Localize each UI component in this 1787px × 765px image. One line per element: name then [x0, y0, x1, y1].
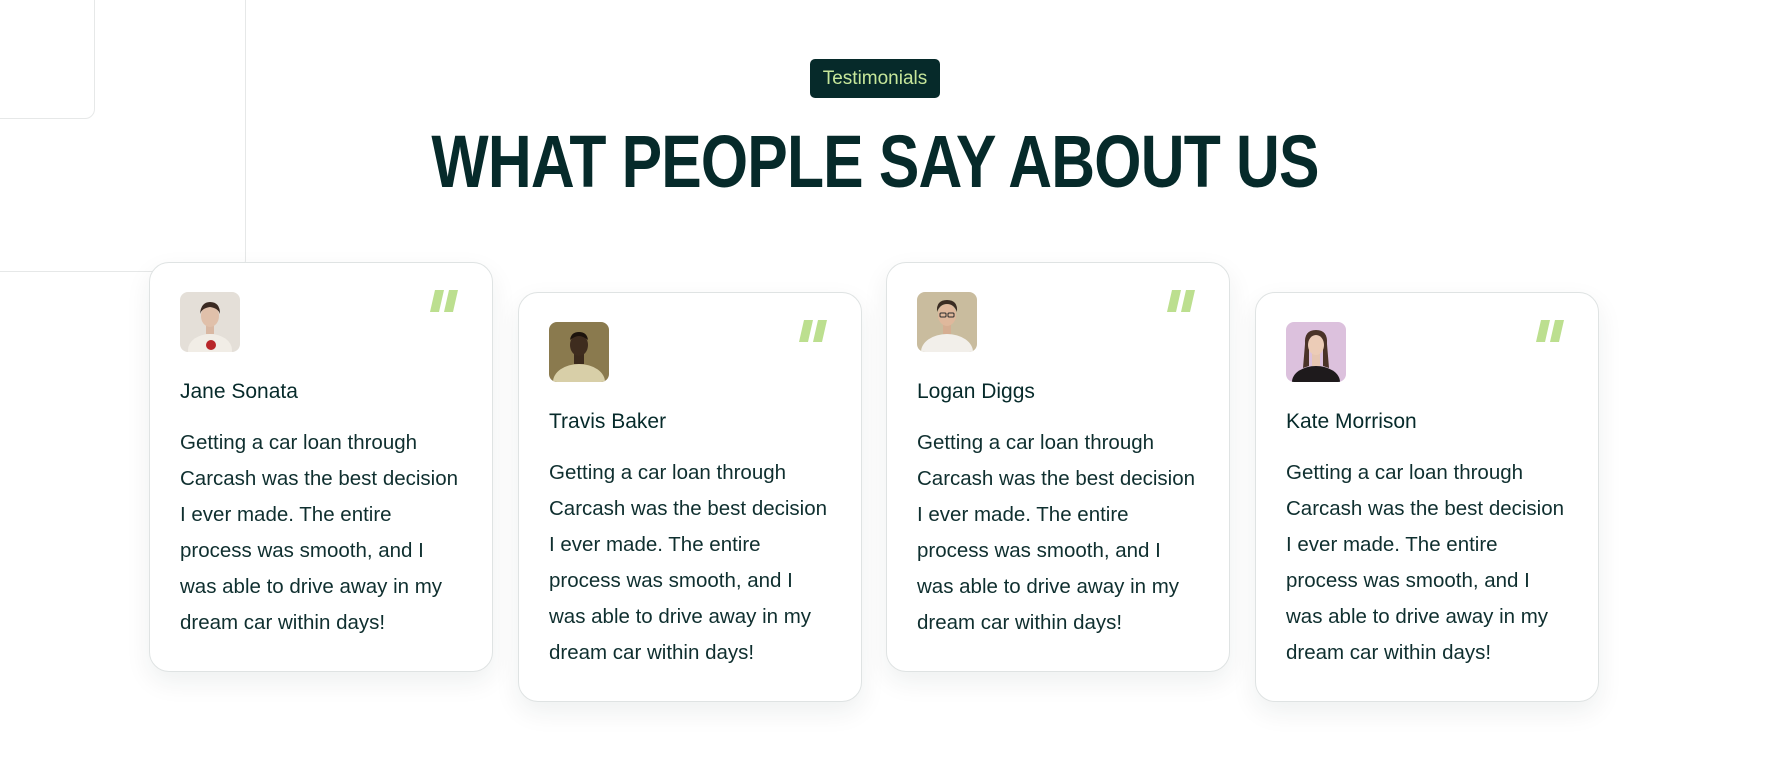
card-top-row [1286, 320, 1568, 382]
testimonial-card: Kate Morrison Getting a car loan through… [1255, 292, 1599, 702]
avatar [1286, 322, 1346, 382]
quote-mark-icon [430, 290, 458, 312]
testimonial-name: Logan Diggs [917, 380, 1035, 403]
card-top-row [549, 320, 831, 382]
woman-portrait-icon [1286, 322, 1346, 382]
card-top-row [917, 290, 1199, 352]
testimonial-cards: Jane Sonata Getting a car loan through C… [0, 0, 1787, 765]
testimonial-name: Travis Baker [549, 410, 667, 433]
testimonial-card: Jane Sonata Getting a car loan through C… [149, 262, 493, 672]
avatar [917, 292, 977, 352]
testimonial-quote: Getting a car loan through Carcash was t… [917, 431, 1196, 634]
quote-mark-icon [799, 320, 827, 342]
man-portrait-icon [549, 322, 609, 382]
card-top-row [180, 290, 462, 352]
testimonial-quote: Getting a car loan through Carcash was t… [549, 461, 828, 664]
testimonial-name: Jane Sonata [180, 380, 298, 403]
testimonial-quote: Getting a car loan through Carcash was t… [1286, 461, 1565, 664]
testimonial-name: Kate Morrison [1286, 410, 1417, 433]
quote-mark-icon [1167, 290, 1195, 312]
avatar [549, 322, 609, 382]
woman-portrait-icon [180, 292, 240, 352]
quote-mark-icon [1536, 320, 1564, 342]
avatar [180, 292, 240, 352]
testimonial-quote: Getting a car loan through Carcash was t… [180, 431, 459, 634]
testimonial-card: Logan Diggs Getting a car loan through C… [886, 262, 1230, 672]
testimonial-card: Travis Baker Getting a car loan through … [518, 292, 862, 702]
man-portrait-icon [917, 292, 977, 352]
